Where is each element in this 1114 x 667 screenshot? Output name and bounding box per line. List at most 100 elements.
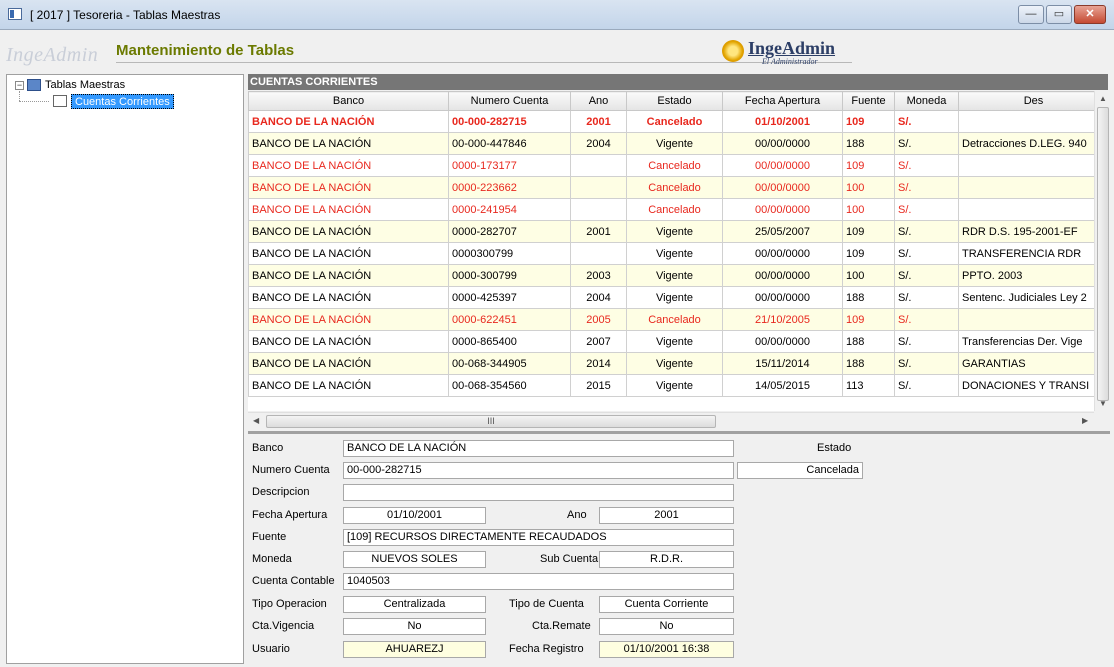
table-row[interactable]: BANCO DE LA NACIÓN 00-000-447846 2004 Vigen… (248, 132, 1094, 155)
cell-fecha: 00/00/0000 (722, 132, 843, 155)
cta-vigencia-label: Cta.Vigencia (252, 620, 315, 632)
cell-banco: BANCO DE LA NACIÓN (248, 374, 449, 397)
cell-banco: BANCO DE LA NACIÓN (248, 308, 449, 331)
cell-ano (570, 176, 627, 199)
fecha-registro-field[interactable]: 01/10/2001 16:38 (599, 641, 734, 658)
vertical-scrollbar[interactable]: ▲ ▼ (1094, 91, 1110, 411)
cuenta-contable-label: Cuenta Contable (252, 575, 335, 587)
cell-ano: 2001 (570, 110, 627, 133)
horizontal-scroll-thumb[interactable]: III (266, 415, 716, 428)
tree-item-cuentas-corrientes[interactable]: Cuentas Corrientes (71, 94, 174, 109)
tree-collapse-icon[interactable]: − (15, 81, 24, 90)
horizontal-scrollbar[interactable]: ◀ III ▶ (248, 412, 1094, 429)
numero-cuenta-label: Numero Cuenta (252, 464, 330, 476)
table-row[interactable]: BANCO DE LA NACIÓN 0000-223662 Cancelado 00… (248, 176, 1094, 199)
fecha-apertura-field[interactable]: 01/10/2001 (343, 507, 486, 524)
descripcion-field[interactable] (343, 484, 734, 501)
moneda-field[interactable]: NUEVOS SOLES (343, 551, 486, 568)
cell-ano: 2014 (570, 352, 627, 375)
vertical-scroll-thumb[interactable] (1097, 107, 1109, 401)
cell-moneda: S/. (894, 308, 959, 331)
table-row[interactable]: BANCO DE LA NACIÓN 0000300799 Vigente 00/00… (248, 242, 1094, 265)
cell-estado: Vigente (626, 286, 723, 309)
col-header-fuente[interactable]: Fuente (842, 91, 895, 111)
numero-cuenta-field[interactable]: 00-000-282715 (343, 462, 734, 479)
brand-logo: IngeAdmin (6, 44, 99, 66)
cell-ano (570, 154, 627, 177)
col-header-ano[interactable]: Ano (570, 91, 627, 111)
cta-remate-field[interactable]: No (599, 618, 734, 635)
cell-banco: BANCO DE LA NACIÓN (248, 242, 449, 265)
logo-subtitle: El Administrador (762, 57, 818, 66)
cuenta-contable-field[interactable]: 1040503 (343, 573, 734, 590)
scroll-down-icon[interactable]: ▼ (1099, 399, 1107, 408)
estado-field[interactable]: Cancelada (737, 462, 863, 479)
col-header-banco[interactable]: Banco (248, 91, 449, 111)
tipo-operacion-field[interactable]: Centralizada (343, 596, 486, 613)
cell-moneda: S/. (894, 220, 959, 243)
cell-descripcion: DONACIONES Y TRANSI (958, 374, 1094, 397)
cell-descripcion (958, 308, 1094, 331)
cell-ano: 2003 (570, 264, 627, 287)
col-header-estado[interactable]: Estado (626, 91, 723, 111)
scroll-up-icon[interactable]: ▲ (1099, 94, 1107, 103)
cell-descripcion: Detracciones D.LEG. 940 (958, 132, 1094, 155)
cell-cuenta: 0000-241954 (448, 198, 571, 221)
cell-banco: BANCO DE LA NACIÓN (248, 352, 449, 375)
close-button[interactable]: ✕ (1074, 5, 1106, 24)
cell-cuenta: 00-068-344905 (448, 352, 571, 375)
cell-moneda: S/. (894, 374, 959, 397)
cell-fuente: 188 (842, 330, 895, 353)
maximize-button[interactable]: ▭ (1046, 5, 1072, 24)
tree-item-tablas-maestras[interactable]: Tablas Maestras (45, 77, 125, 93)
cell-cuenta: 00-068-354560 (448, 374, 571, 397)
cell-fuente: 188 (842, 286, 895, 309)
cell-fecha: 14/05/2015 (722, 374, 843, 397)
tipo-cuenta-field[interactable]: Cuenta Corriente (599, 596, 734, 613)
ano-label: Ano (567, 509, 587, 521)
cta-vigencia-field[interactable]: No (343, 618, 486, 635)
cell-fecha: 00/00/0000 (722, 286, 843, 309)
cell-banco: BANCO DE LA NACIÓN (248, 132, 449, 155)
table-row[interactable]: BANCO DE LA NACIÓN 0000-282707 2001 Vigente… (248, 220, 1094, 243)
header-divider (116, 62, 852, 63)
table-row[interactable]: BANCO DE LA NACIÓN 00-000-282715 2001 Cance… (248, 110, 1094, 133)
cell-moneda: S/. (894, 330, 959, 353)
table-icon (53, 95, 67, 107)
table-row[interactable]: BANCO DE LA NACIÓN 0000-622451 2005 Cancela… (248, 308, 1094, 331)
cell-moneda: S/. (894, 176, 959, 199)
table-header-row: Banco Numero Cuenta Ano Estado Fecha Ape… (248, 91, 1094, 111)
cell-banco: BANCO DE LA NACIÓN (248, 330, 449, 353)
sub-cuenta-field[interactable]: R.D.R. (599, 551, 734, 568)
table-row[interactable]: BANCO DE LA NACIÓN 00-068-344905 2014 Vigen… (248, 352, 1094, 375)
table-row[interactable]: BANCO DE LA NACIÓN 0000-425397 2004 Vigente… (248, 286, 1094, 309)
cell-descripcion (958, 110, 1094, 133)
cell-descripcion (958, 154, 1094, 177)
col-header-numero-cuenta[interactable]: Numero Cuenta (448, 91, 571, 111)
cell-moneda: S/. (894, 132, 959, 155)
banco-field[interactable]: BANCO DE LA NACIÓN (343, 440, 734, 457)
col-header-moneda[interactable]: Moneda (894, 91, 959, 111)
table-row[interactable]: BANCO DE LA NACIÓN 0000-865400 2007 Vigente… (248, 330, 1094, 353)
table-row[interactable]: BANCO DE LA NACIÓN 0000-241954 Cancelado 00… (248, 198, 1094, 221)
cell-fuente: 109 (842, 154, 895, 177)
scroll-left-icon[interactable]: ◀ (253, 416, 259, 425)
col-header-fecha-apertura[interactable]: Fecha Apertura (722, 91, 843, 111)
usuario-field[interactable]: AHUAREZJ (343, 641, 486, 658)
cell-cuenta: 0000300799 (448, 242, 571, 265)
table-row[interactable]: BANCO DE LA NACIÓN 0000-300799 2003 Vigente… (248, 264, 1094, 287)
cell-descripcion: PPTO. 2003 (958, 264, 1094, 287)
scroll-right-icon[interactable]: ▶ (1082, 416, 1088, 425)
table-row[interactable]: BANCO DE LA NACIÓN 0000-173177 Cancelado 00… (248, 154, 1094, 177)
minimize-button[interactable]: — (1018, 5, 1044, 24)
pane-splitter[interactable] (248, 431, 1110, 434)
table-row[interactable]: BANCO DE LA NACIÓN 00-068-354560 2015 Vigen… (248, 374, 1094, 397)
col-header-descripcion[interactable]: Des (958, 91, 1094, 111)
ano-field[interactable]: 2001 (599, 507, 734, 524)
window-titlebar: [ 2017 ] Tesoreria - Tablas Maestras — ▭… (0, 0, 1114, 30)
cell-cuenta: 0000-300799 (448, 264, 571, 287)
banco-label: Banco (252, 442, 284, 454)
cell-fuente: 109 (842, 242, 895, 265)
cell-fecha: 01/10/2001 (722, 110, 843, 133)
fuente-field[interactable]: [109] RECURSOS DIRECTAMENTE RECAUDADOS (343, 529, 734, 546)
